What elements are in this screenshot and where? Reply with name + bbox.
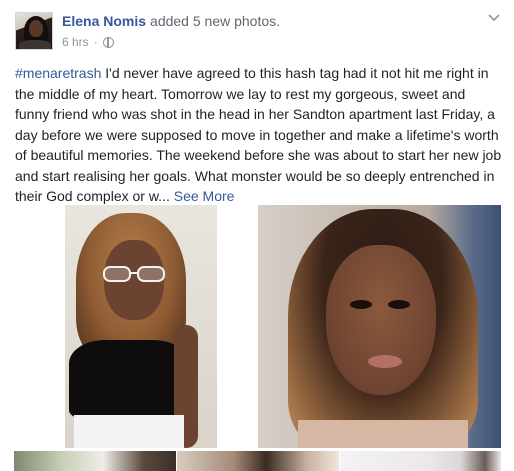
photo-3[interactable]: [14, 451, 176, 471]
photo-1[interactable]: [14, 205, 257, 448]
hashtag-link[interactable]: #menaretrash: [15, 65, 101, 81]
meta-separator: ·: [93, 35, 98, 49]
post-body-text: I'd never have agreed to this hash tag h…: [15, 65, 502, 204]
chevron-down-icon[interactable]: [487, 11, 501, 25]
author-name[interactable]: Elena Nomis: [62, 13, 146, 29]
avatar[interactable]: [15, 12, 53, 50]
photo-5[interactable]: [340, 451, 501, 471]
photo-2[interactable]: [258, 205, 501, 448]
post-header: Elena Nomis added 5 new photos.: [62, 13, 280, 29]
glasses-shape: [103, 266, 165, 282]
globe-icon[interactable]: [102, 36, 114, 48]
post-action-text: added 5 new photos.: [150, 13, 281, 29]
post-meta: 6 hrs ·: [62, 35, 114, 49]
see-more-link[interactable]: See More: [174, 188, 235, 204]
photo-4[interactable]: [177, 451, 339, 471]
post-message: #menaretrash I'd never have agreed to th…: [15, 63, 503, 207]
facebook-post: Elena Nomis added 5 new photos. 6 hrs · #…: [0, 0, 514, 471]
post-timestamp[interactable]: 6 hrs: [62, 35, 89, 49]
